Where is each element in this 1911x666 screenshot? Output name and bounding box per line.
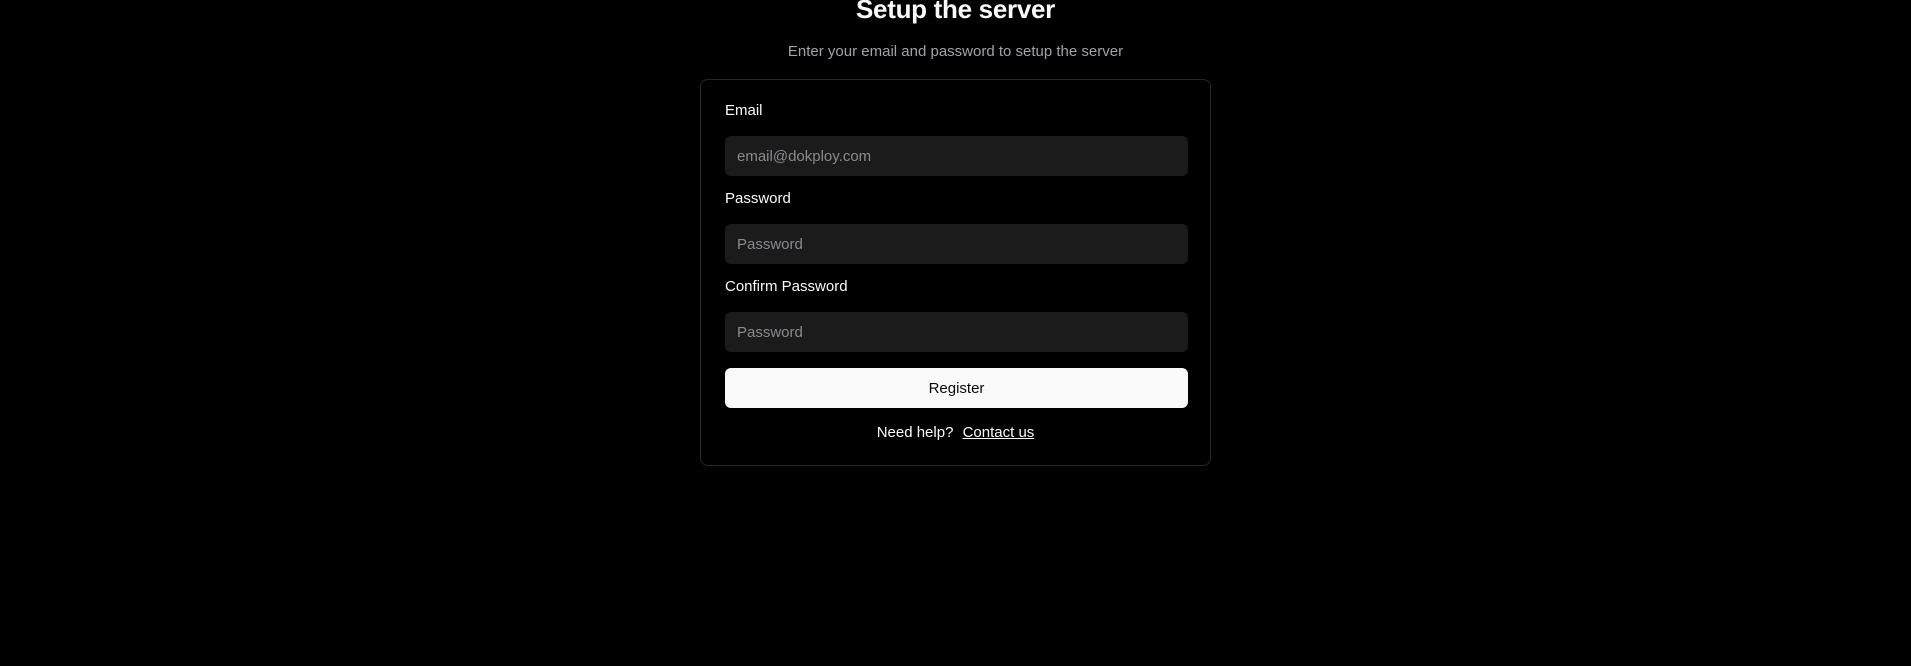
help-text: Need help? xyxy=(876,424,954,441)
confirm-password-field[interactable] xyxy=(725,312,1188,352)
email-label: Email xyxy=(725,102,763,119)
confirm-password-label: Confirm Password xyxy=(725,278,848,295)
setup-page: Setup the server Enter your email and pa… xyxy=(0,0,1911,666)
register-button[interactable]: Register xyxy=(725,368,1188,408)
page-subtitle: Enter your email and password to setup t… xyxy=(787,43,1124,60)
setup-form-card: Email Password Confirm Password Register… xyxy=(700,79,1211,466)
page-title: Setup the server xyxy=(856,0,1055,24)
help-row: Need help? Contact us xyxy=(701,424,1210,441)
password-label: Password xyxy=(725,190,791,207)
password-field[interactable] xyxy=(725,224,1188,264)
contact-us-link[interactable]: Contact us xyxy=(963,424,1035,441)
email-field[interactable] xyxy=(725,136,1188,176)
